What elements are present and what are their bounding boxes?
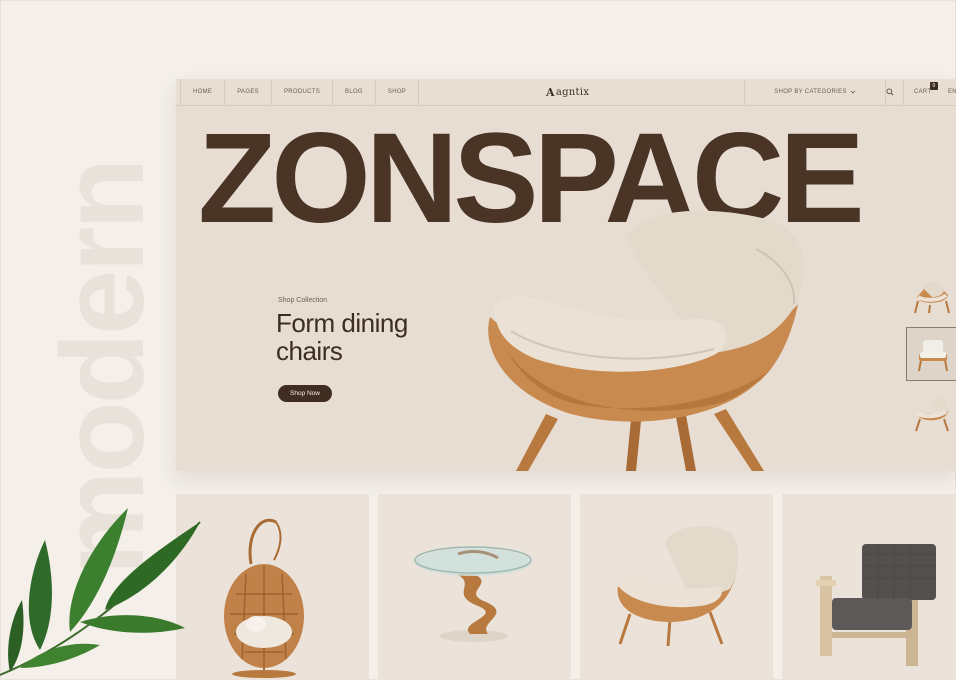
hero-preview: HOME PAGES PRODUCTS BLOG SHOP A agntix S… bbox=[176, 79, 956, 471]
cart-link[interactable]: CART bbox=[906, 79, 931, 105]
headline-line-2: chairs bbox=[276, 336, 343, 366]
site-logo[interactable]: A agntix bbox=[546, 79, 589, 105]
thumbnail-0[interactable] bbox=[906, 269, 956, 321]
armchair-tan-image bbox=[914, 281, 950, 314]
nav-item-shop[interactable]: SHOP bbox=[376, 79, 420, 105]
logo-mark: A bbox=[546, 85, 555, 99]
language-switch[interactable]: EN bbox=[948, 79, 956, 105]
product-card-1[interactable] bbox=[378, 494, 571, 680]
glass-side-table-image bbox=[414, 546, 532, 642]
armchair-cream-image bbox=[915, 398, 949, 432]
hero-chair-image bbox=[488, 210, 804, 471]
nav-item-pages[interactable]: PAGES bbox=[225, 79, 272, 105]
plant-leaves-decoration bbox=[0, 508, 201, 676]
nav-menu: HOME PAGES PRODUCTS BLOG SHOP bbox=[180, 79, 420, 105]
cart-count-badge: 0 bbox=[930, 82, 938, 90]
chevron-down-icon bbox=[850, 90, 855, 94]
logo-text: agntix bbox=[555, 86, 590, 98]
armchair-white-image bbox=[918, 340, 948, 372]
headline-line-1: Form dining bbox=[276, 308, 408, 338]
hero-headline: Form dining chairs bbox=[276, 309, 476, 365]
wingback-chair-image bbox=[617, 526, 739, 647]
nav-item-products[interactable]: PRODUCTS bbox=[272, 79, 334, 105]
search-icon bbox=[885, 88, 894, 96]
shop-now-button[interactable]: Shop Now bbox=[278, 385, 332, 402]
product-card-3[interactable] bbox=[782, 494, 956, 680]
thumbnail-2[interactable] bbox=[906, 387, 956, 439]
categories-dropdown[interactable]: SHOP BY CATEGORIES bbox=[744, 79, 886, 105]
thumbnail-1[interactable] bbox=[906, 327, 956, 381]
hero-eyebrow: Shop Collection bbox=[278, 297, 328, 304]
nav-item-blog[interactable]: BLOG bbox=[333, 79, 376, 105]
cart-label: CART bbox=[914, 89, 932, 95]
wood-lounge-chair-image bbox=[816, 544, 936, 666]
product-card-2[interactable] bbox=[580, 494, 773, 680]
search-button[interactable] bbox=[876, 79, 904, 105]
nav-item-home[interactable]: HOME bbox=[180, 79, 226, 105]
top-nav: HOME PAGES PRODUCTS BLOG SHOP A agntix S… bbox=[176, 79, 956, 106]
categories-label: SHOP BY CATEGORIES bbox=[774, 89, 847, 95]
